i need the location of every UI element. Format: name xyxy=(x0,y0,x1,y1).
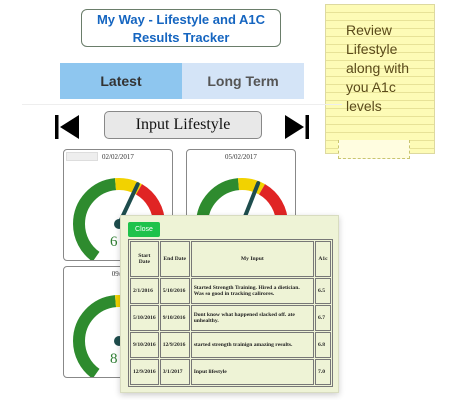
close-button[interactable]: Close xyxy=(128,222,160,237)
cell-start: 9/10/2016 xyxy=(130,332,159,358)
tab-latest-label: Latest xyxy=(100,73,142,89)
gauge-green-segment xyxy=(73,178,117,225)
table-row: 2/1/2016 5/10/2016 Started Strength Trai… xyxy=(130,278,331,304)
sticky-note-text: Review Lifestyle along with you A1c leve… xyxy=(346,22,410,114)
close-button-label: Close xyxy=(135,226,153,233)
divider xyxy=(22,104,342,105)
cell-input: Dont know what happened slacked off. ate… xyxy=(190,305,314,331)
cell-a1c: 6.8 xyxy=(315,332,331,358)
next-icon[interactable] xyxy=(284,114,310,140)
gauge-green-tail xyxy=(73,223,100,260)
table-row: 9/10/2016 12/9/2016 started strength tra… xyxy=(130,332,331,358)
previous-icon[interactable] xyxy=(54,114,80,140)
gauge-green-segment xyxy=(73,295,117,342)
cell-a1c: 6.5 xyxy=(315,278,331,304)
tab-latest[interactable]: Latest xyxy=(60,63,182,99)
cell-input: Input lifestyle xyxy=(190,359,314,385)
cell-end: 9/10/2016 xyxy=(159,305,190,331)
app-title-text: My Way - Lifestyle and A1C Results Track… xyxy=(96,12,266,45)
tab-long-term-label: Long Term xyxy=(207,73,279,89)
cell-end: 12/9/2016 xyxy=(159,332,190,358)
gauge-green-tail xyxy=(73,340,100,377)
column-header-a1c: A1c xyxy=(315,241,331,277)
cell-start: 12/9/2016 xyxy=(130,359,159,385)
card-value: 8 xyxy=(110,351,118,367)
sticky-note: Review Lifestyle along with you A1c leve… xyxy=(325,4,435,154)
cell-end: 3/1/2017 xyxy=(159,359,190,385)
history-modal: Close Start Date End Date My Input A1c 2… xyxy=(120,215,339,393)
table-row: 12/9/2016 3/1/2017 Input lifestyle 7.0 xyxy=(130,359,331,385)
cell-input: Started Strength Training. Hired a dieti… xyxy=(190,278,314,304)
cell-a1c: 6.7 xyxy=(315,305,331,331)
table-header-row: Start Date End Date My Input A1c xyxy=(130,241,331,277)
table-row: 5/10/2016 9/10/2016 Dont know what happe… xyxy=(130,305,331,331)
column-header-end: End Date xyxy=(159,241,190,277)
card-value: 6 xyxy=(110,234,118,250)
app-title: My Way - Lifestyle and A1C Results Track… xyxy=(81,9,281,47)
cell-start: 5/10/2016 xyxy=(130,305,159,331)
card-date: 02/02/2017 xyxy=(102,153,134,161)
column-header-start: Start Date xyxy=(130,241,159,277)
view-tabs: Latest Long Term xyxy=(60,63,304,99)
input-lifestyle-label: Input Lifestyle xyxy=(135,116,231,133)
history-table: Start Date End Date My Input A1c 2/1/201… xyxy=(128,239,333,387)
card-date: 05/02/2017 xyxy=(225,153,257,161)
cell-start: 2/1/2016 xyxy=(130,278,159,304)
input-lifestyle-button[interactable]: Input Lifestyle xyxy=(104,111,262,139)
cell-input: started strength trainign amazing result… xyxy=(190,332,314,358)
cell-a1c: 7.0 xyxy=(315,359,331,385)
cell-end: 5/10/2016 xyxy=(159,278,190,304)
sticky-note-tab xyxy=(338,140,410,159)
column-header-input: My Input xyxy=(190,241,314,277)
tab-long-term[interactable]: Long Term xyxy=(182,63,304,99)
